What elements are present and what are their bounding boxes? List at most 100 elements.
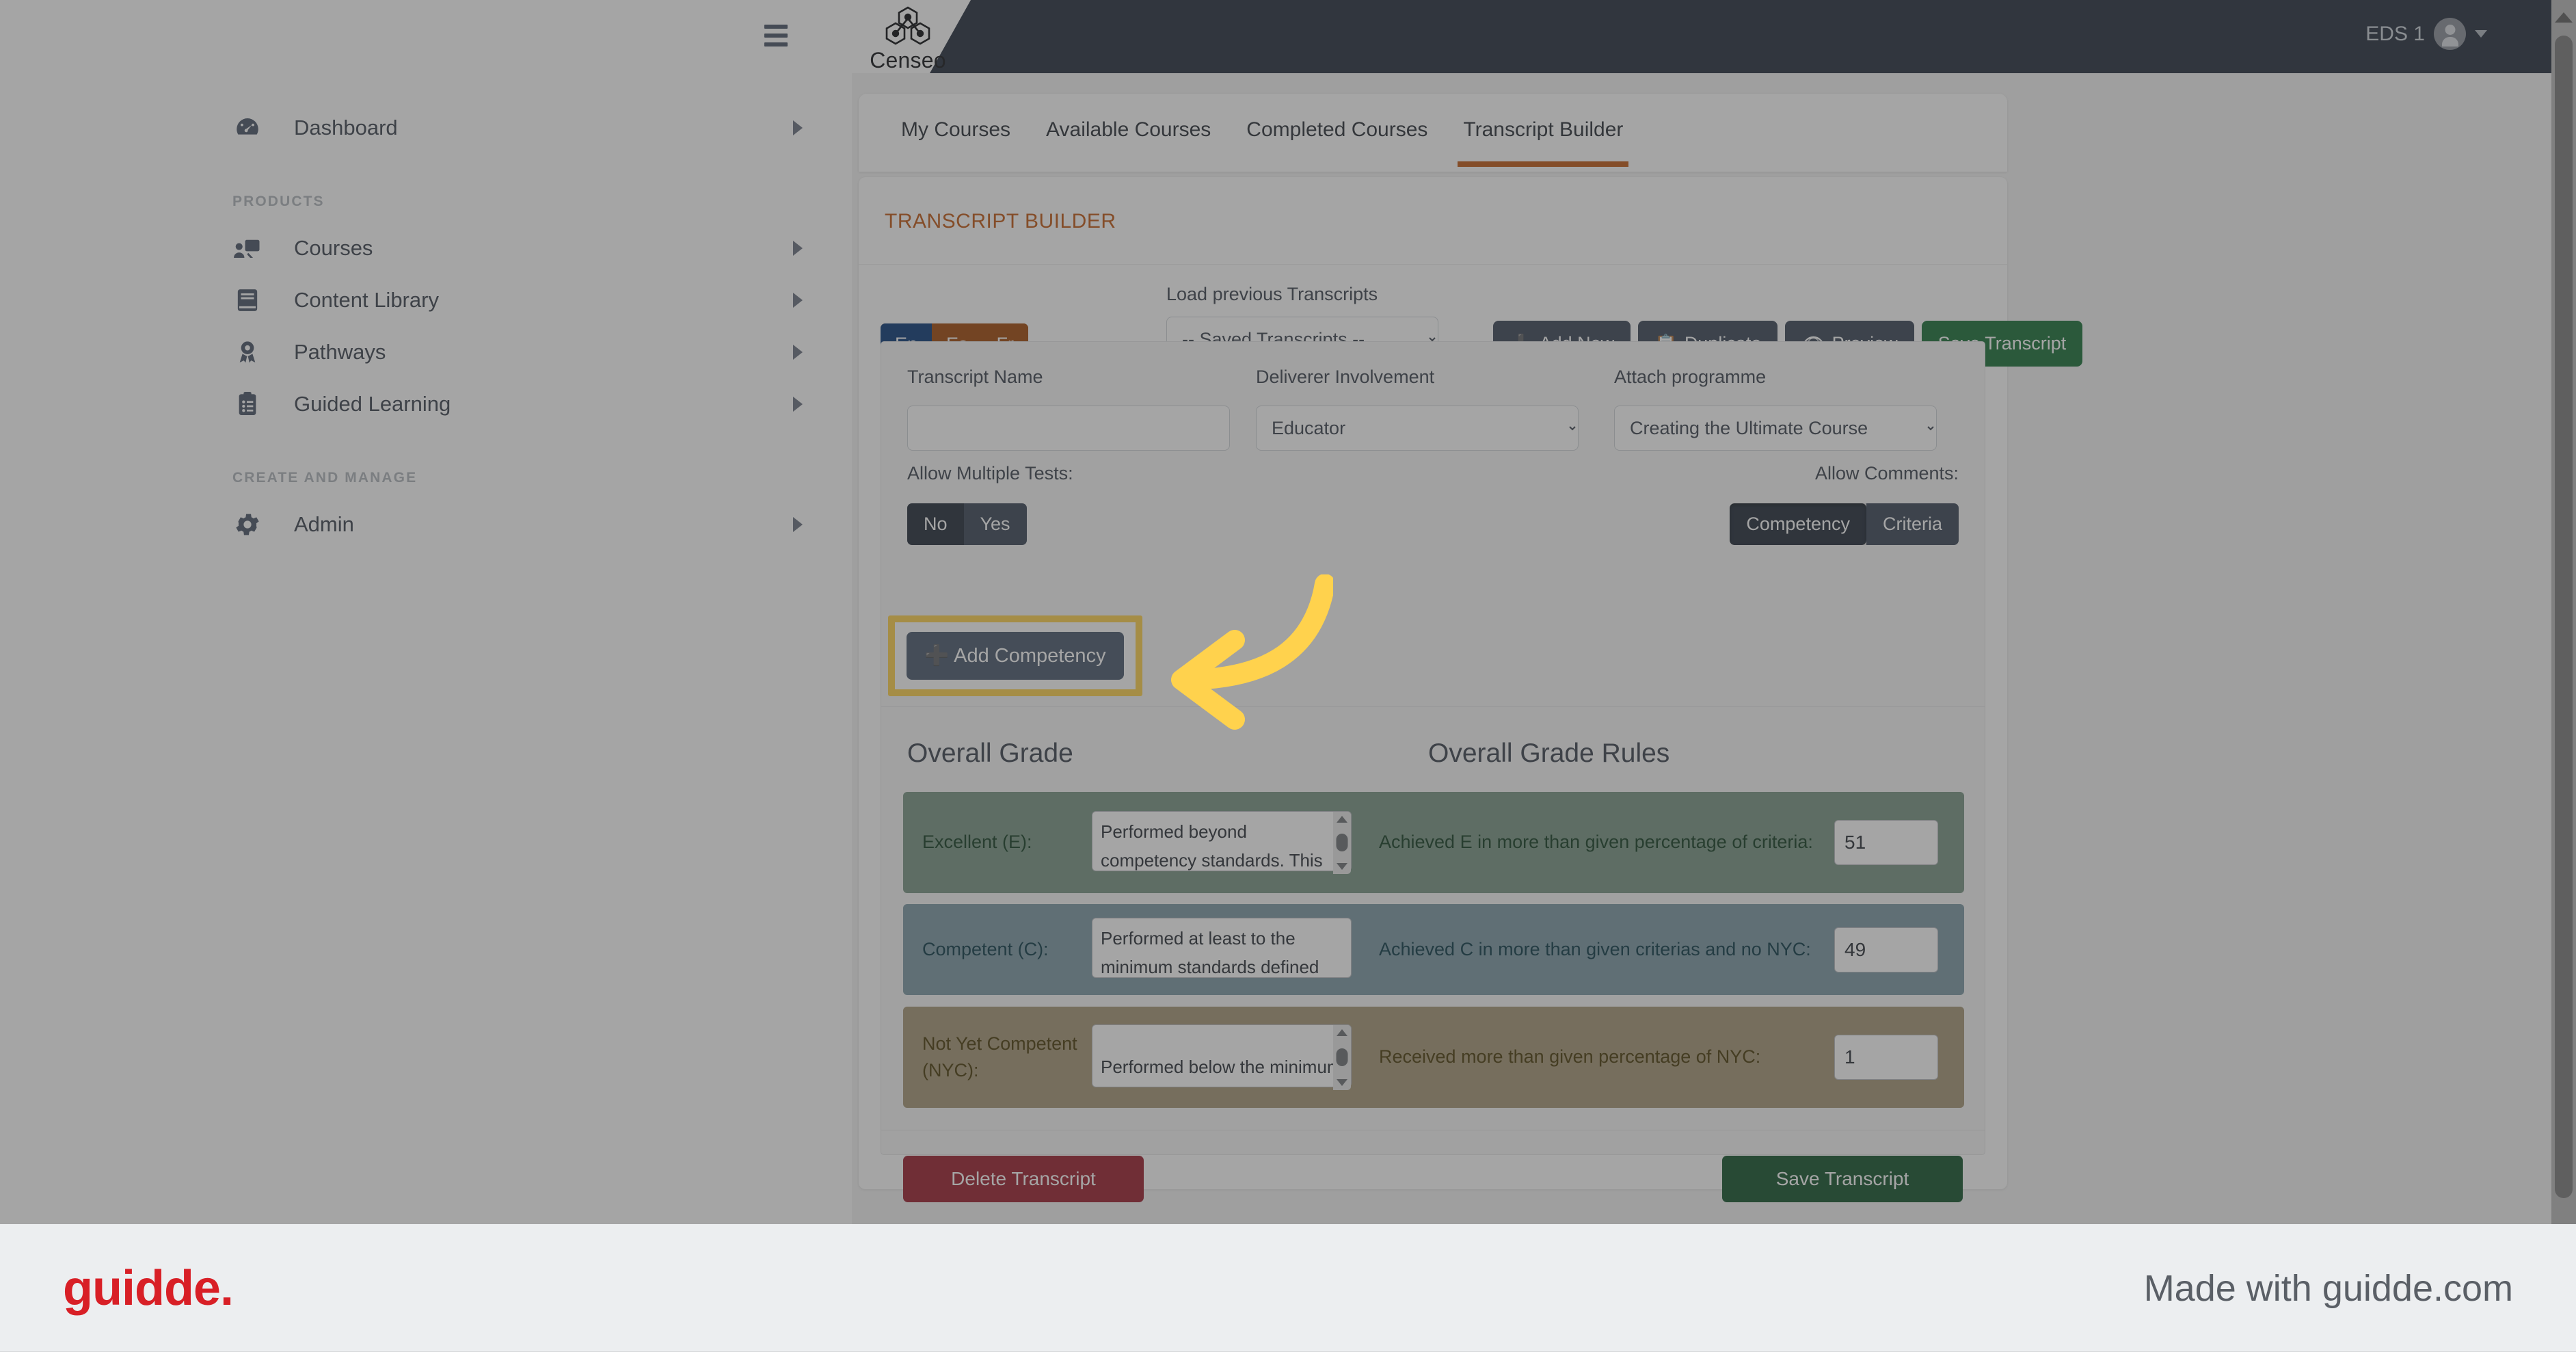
grade-description-wrapper: Performed below the minimum: [1092, 1024, 1352, 1091]
made-with-guidde-label: Made with guidde.com: [2143, 1267, 2513, 1309]
textarea-scrollbar[interactable]: [1333, 1024, 1351, 1090]
allow-tests-option-no[interactable]: No: [907, 503, 964, 545]
award-ribbon-icon: [232, 337, 263, 367]
scrollbar-thumb[interactable]: [1336, 834, 1348, 851]
sidebar-item-courses[interactable]: Courses: [0, 222, 852, 274]
chevron-right-icon: [793, 241, 803, 256]
delete-transcript-button[interactable]: Delete Transcript: [903, 1156, 1144, 1202]
sidebar-item-label: Pathways: [294, 340, 386, 364]
chevron-down-icon: [2475, 30, 2487, 38]
tab-my-courses[interactable]: My Courses: [883, 118, 1028, 167]
scroll-up-arrow-icon[interactable]: [1337, 1029, 1347, 1036]
scroll-down-arrow-icon[interactable]: [1337, 862, 1347, 870]
deliverer-involvement-label: Deliverer Involvement: [1256, 367, 1435, 387]
deliverer-involvement-select[interactable]: Educator: [1256, 406, 1579, 451]
transcript-form: Transcript Name Deliverer Involvement Ed…: [881, 341, 1985, 1202]
app-logo[interactable]: Censeo: [846, 6, 969, 72]
grade-label-not-yet-competent: Not Yet Competent (NYC):: [922, 1033, 1077, 1081]
scroll-down-arrow-icon[interactable]: [1337, 1078, 1347, 1086]
allow-comments-option-competency[interactable]: Competency: [1730, 503, 1866, 545]
grade-rule-competent: Achieved C in more than given criterias …: [1379, 938, 1811, 959]
guidde-logo: guidde.: [63, 1260, 234, 1316]
scrollbar-thumb[interactable]: [2555, 36, 2573, 1198]
courses-presentation-icon: [232, 233, 263, 263]
sidebar-item-label: Admin: [294, 512, 354, 536]
body-area: Dashboard PRODUCTS Courses Content Libra…: [0, 73, 2576, 1224]
add-competency-button[interactable]: ➕ Add Competency: [907, 632, 1124, 680]
chevron-right-icon: [793, 517, 803, 532]
sidebar-item-content-library[interactable]: Content Library: [0, 274, 852, 326]
grade-rule-not-yet-competent: Received more than given percentage of N…: [1379, 1046, 1761, 1068]
sidebar-item-label: Dashboard: [294, 116, 398, 140]
guidde-footer: guidde. Made with guidde.com: [0, 1224, 2576, 1352]
dashboard-gauge-icon: [232, 113, 263, 143]
textarea-scrollbar[interactable]: [1333, 811, 1351, 874]
application-window: Censeo EDS 1 Dashboard PRODUCTS Courses …: [0, 0, 2576, 1224]
overall-grade-heading: Overall Grade: [907, 739, 1073, 768]
scroll-up-arrow-icon[interactable]: [1337, 815, 1347, 823]
sidebar-item-label: Guided Learning: [294, 392, 451, 416]
scroll-up-arrow-icon[interactable]: [2555, 12, 2573, 23]
grade-description-wrapper: Performed beyond competency standards. T…: [1092, 810, 1352, 875]
chevron-right-icon: [793, 120, 803, 135]
overall-grade-rules-heading: Overall Grade Rules: [1428, 739, 1670, 768]
tab-transcript-builder[interactable]: Transcript Builder: [1445, 118, 1641, 167]
tab-bar: My Courses Available Courses Completed C…: [859, 94, 2007, 172]
tab-available-courses[interactable]: Available Courses: [1028, 118, 1229, 167]
transcript-builder-panel: TRANSCRIPT BUILDER En Es Fr Load previou…: [859, 177, 2083, 1202]
user-avatar-icon: [2434, 18, 2466, 50]
sidebar-item-label: Courses: [294, 236, 373, 260]
logo-text: Censeo: [870, 48, 946, 72]
sidebar-section-create-and-manage: CREATE AND MANAGE: [232, 470, 418, 486]
page-title: TRANSCRIPT BUILDER: [885, 210, 1116, 233]
transcript-name-input[interactable]: [907, 406, 1230, 451]
scrollbar-thumb[interactable]: [1336, 1048, 1348, 1066]
grade-description-wrapper: Performed at least to the minimum standa…: [1092, 918, 1352, 981]
chevron-right-icon: [793, 293, 803, 308]
chevron-right-icon: [793, 345, 803, 360]
save-transcript-button[interactable]: Save Transcript: [1722, 1156, 1963, 1202]
allow-comments-option-criteria[interactable]: Criteria: [1866, 503, 1959, 545]
grade-row-not-yet-competent: Not Yet Competent (NYC): Performed below…: [903, 1007, 1964, 1108]
grade-label-excellent: Excellent (E):: [922, 832, 1032, 853]
allow-comments-label: Allow Comments:: [1814, 463, 1959, 483]
allow-multiple-tests-label: Allow Multiple Tests:: [907, 463, 1073, 483]
divider: [881, 706, 1985, 707]
grade-label-competent: Competent (C):: [922, 938, 1049, 959]
main-content: My Courses Available Courses Completed C…: [852, 73, 2576, 1224]
header-light-panel: [0, 0, 971, 73]
sidebar-item-dashboard[interactable]: Dashboard: [0, 102, 852, 154]
allow-comments-toggle: Competency Criteria: [1730, 503, 1959, 545]
page-scrollbar[interactable]: [2551, 0, 2576, 1224]
transcript-name-label: Transcript Name: [907, 367, 1043, 387]
sidebar-section-products: PRODUCTS: [232, 194, 325, 209]
allow-tests-option-yes[interactable]: Yes: [963, 503, 1027, 545]
grade-rule-excellent: Achieved E in more than given percentage…: [1379, 832, 1813, 853]
attach-programme-select[interactable]: Creating the Ultimate Course: [1614, 406, 1937, 451]
add-competency-highlight: ➕ Add Competency: [888, 615, 1142, 696]
user-menu[interactable]: EDS 1: [2365, 18, 2487, 50]
chevron-right-icon: [793, 397, 803, 412]
allow-multiple-tests-toggle: No Yes: [907, 503, 1027, 545]
book-icon: [232, 285, 263, 315]
grade-description-competent[interactable]: Performed at least to the minimum standa…: [1092, 918, 1352, 978]
top-header-bar: Censeo EDS 1: [0, 0, 2576, 73]
sidebar-item-label: Content Library: [294, 288, 439, 312]
grade-value-competent[interactable]: [1834, 927, 1938, 972]
censeo-molecule-logo-icon: [885, 6, 930, 45]
grade-value-excellent[interactable]: [1834, 820, 1938, 865]
grade-row-competent: Competent (C): Performed at least to the…: [903, 904, 1964, 995]
hamburger-menu-icon[interactable]: [764, 25, 789, 47]
attach-programme-label: Attach programme: [1614, 367, 1767, 387]
sidebar-item-admin[interactable]: Admin: [0, 499, 852, 551]
add-competency-label: Add Competency: [954, 644, 1106, 667]
sidebar-navigation: Dashboard PRODUCTS Courses Content Libra…: [0, 73, 852, 1224]
grade-description-not-yet-competent[interactable]: Performed below the minimum: [1092, 1024, 1352, 1087]
clipboard-list-icon: [232, 389, 263, 419]
sidebar-item-pathways[interactable]: Pathways: [0, 326, 852, 378]
sidebar-item-guided-learning[interactable]: Guided Learning: [0, 378, 852, 430]
plus-icon: ➕: [924, 645, 950, 667]
grade-value-not-yet-competent[interactable]: [1834, 1035, 1938, 1080]
tab-completed-courses[interactable]: Completed Courses: [1229, 118, 1445, 167]
grade-description-excellent[interactable]: Performed beyond competency standards. T…: [1092, 810, 1352, 871]
